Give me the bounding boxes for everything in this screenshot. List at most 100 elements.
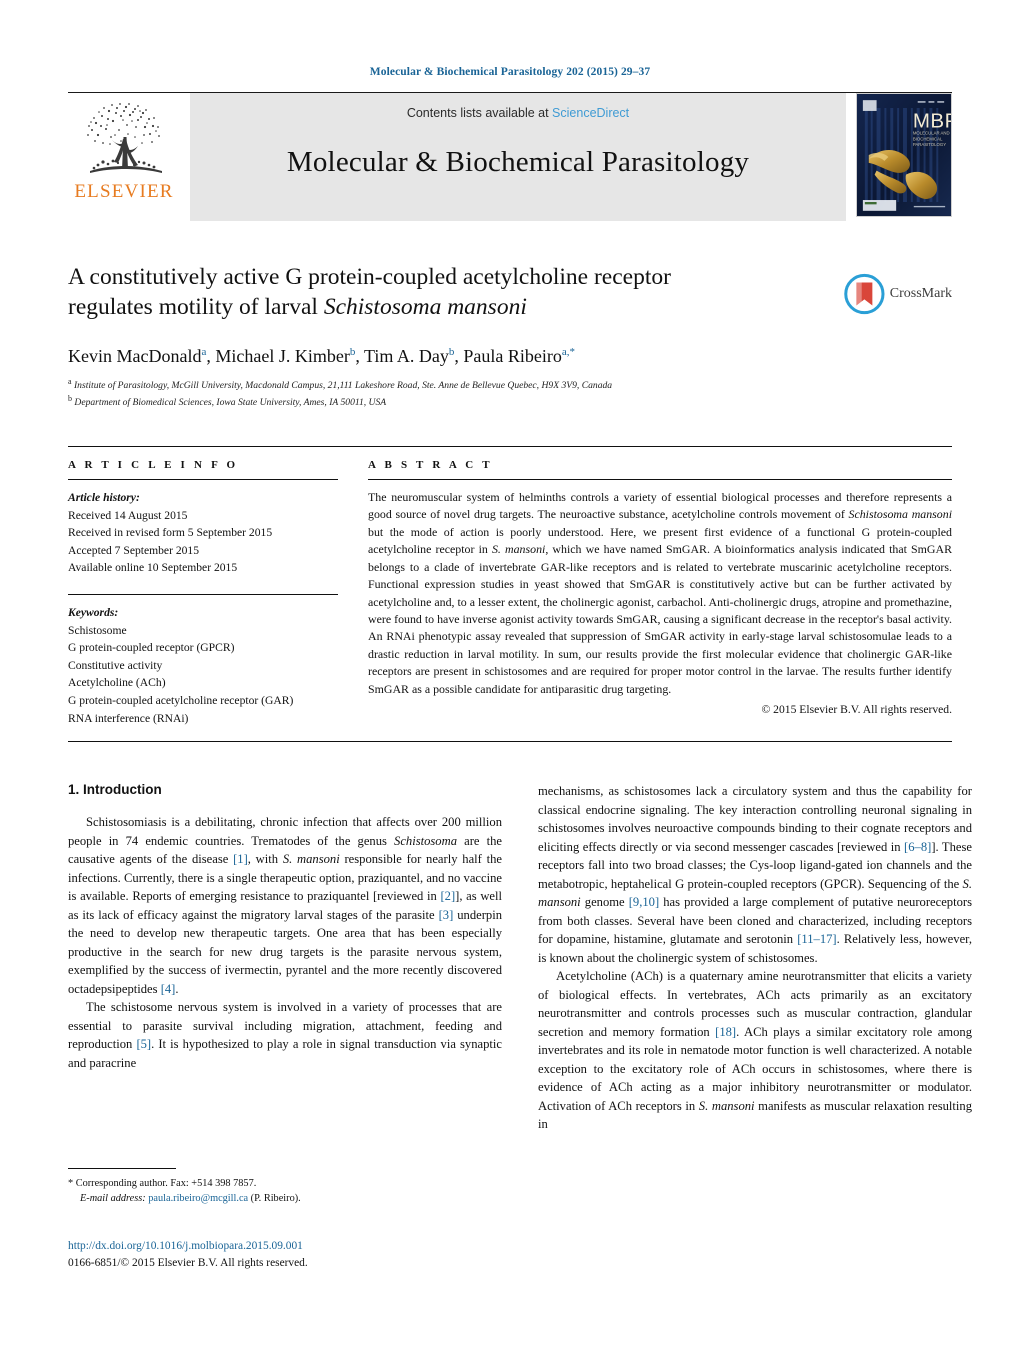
abstract-rule: [368, 478, 952, 480]
citation-link[interactable]: [6–8]: [904, 840, 931, 854]
para-italic: S. mansoni: [282, 852, 340, 867]
para-italic: S. mansoni: [698, 1098, 755, 1113]
journal-cover-image: MBP MOLECULAR AND BIOCHEMICAL PARASITOLO…: [857, 94, 951, 216]
citation-link[interactable]: [5]: [136, 1037, 151, 1051]
intro-left-text: Schistosomiasis is a debilitating, chron…: [68, 813, 502, 1072]
journal-cover-thumbnail: MBP MOLECULAR AND BIOCHEMICAL PARASITOLO…: [856, 93, 952, 217]
author-list: Kevin MacDonalda, Michael J. Kimberb, Ti…: [68, 346, 575, 366]
svg-text:BIOCHEMICAL: BIOCHEMICAL: [913, 136, 943, 141]
author-4-affiliation-marker: a,*: [561, 346, 575, 358]
paragraph: mechanisms, as schistosomes lack a circu…: [538, 782, 972, 967]
doi-link[interactable]: http://dx.doi.org/10.1016/j.molbiopara.2…: [68, 1238, 528, 1255]
journal-masthead: ELSEVIER Contents lists available at Sci…: [68, 93, 952, 221]
history-item: Accepted 7 September 2015: [68, 543, 200, 557]
keyword-item: G protein-coupled receptor (GPCR): [68, 641, 235, 655]
running-head: Molecular & Biochemical Parasitology 202…: [369, 66, 651, 78]
email-label: E-mail address:: [80, 1193, 146, 1205]
sciencedirect-link[interactable]: ScienceDirect: [552, 106, 629, 120]
crossmark-icon: [844, 273, 885, 315]
affiliation-a-text: Institute of Parasitology, McGill Univer…: [73, 380, 613, 392]
keyword-item: Schistosome: [68, 623, 127, 637]
intro-right-text: mechanisms, as schistosomes lack a circu…: [538, 782, 972, 1134]
body-columns: 1. Introduction Schistosomiasis is a deb…: [68, 782, 972, 1134]
keywords-group: Keywords: Schistosome G protein-coupled …: [68, 604, 338, 727]
abstract-species-2: S. mansoni: [491, 542, 546, 557]
doi-block: http://dx.doi.org/10.1016/j.molbiopara.2…: [68, 1238, 528, 1272]
author-2: Michael J. Kimberb: [215, 346, 355, 366]
abstract-part3: , which we have named SmGAR. A bioinform…: [368, 542, 953, 696]
info-abstract-row: A R T I C L E I N F O Article history: R…: [68, 445, 952, 727]
citation-link[interactable]: [11–17]: [797, 932, 836, 946]
affiliation-list: a Institute of Parasitology, McGill Univ…: [68, 376, 952, 410]
article-title-species: Schistosoma mansoni: [323, 293, 527, 320]
page-title: A constitutively active G protein-couple…: [68, 263, 848, 322]
abstract-species-1: Schistosoma mansoni: [848, 507, 952, 522]
crossmark-label: CrossMark: [889, 286, 952, 301]
para-seg: , with: [247, 852, 283, 867]
abstract-body: The neuromuscular system of helminths co…: [368, 489, 952, 698]
author-2-name: Michael J. Kimber: [215, 346, 350, 366]
title-block: A constitutively active G protein-couple…: [68, 263, 952, 325]
article-info-rule: [68, 478, 338, 480]
keyword-item: G protein-coupled acetylcholine receptor…: [68, 694, 294, 708]
citation-link[interactable]: [4]: [161, 982, 176, 996]
paragraph: Schistosomiasis is a debilitating, chron…: [68, 813, 502, 998]
article-title-line1: A constitutively active G protein-couple…: [68, 264, 671, 290]
article-info-heading: A R T I C L E I N F O: [68, 458, 239, 471]
body-column-right: mechanisms, as schistosomes lack a circu…: [538, 782, 972, 1134]
author-1-affiliation-marker: a: [201, 346, 207, 358]
elsevier-wordmark: ELSEVIER: [74, 181, 174, 202]
elsevier-logo: ELSEVIER: [68, 93, 180, 221]
keyword-item: RNA interference (RNAi): [68, 711, 189, 725]
article-history-label: Article history:: [68, 490, 140, 504]
footnote-email: E-mail address: paula.ribeiro@mcgill.ca …: [68, 1191, 502, 1206]
citation-link[interactable]: [3]: [439, 908, 454, 922]
email-link[interactable]: paula.ribeiro@mcgill.ca: [148, 1193, 248, 1204]
corresponding-author-footnote: * Corresponding author. Fax: +514 398 78…: [68, 1168, 502, 1207]
contents-prefix: Contents lists available at: [406, 106, 553, 120]
keyword-item: Constitutive activity: [68, 658, 163, 672]
elsevier-tree-icon: [87, 103, 162, 173]
keywords-label: Keywords:: [68, 606, 119, 620]
corresponding-marker: *: [68, 1178, 74, 1189]
author-2-affiliation-marker: b: [349, 346, 356, 358]
affiliation-b: b Department of Biomedical Sciences, Iow…: [68, 393, 952, 410]
abstract-bottom-rule: [68, 741, 952, 743]
body-column-left: 1. Introduction Schistosomiasis is a deb…: [68, 782, 502, 1134]
affiliation-b-text: Department of Biomedical Sciences, Iowa …: [74, 397, 387, 409]
article-info-column: A R T I C L E I N F O Article history: R…: [68, 447, 354, 727]
article-history-group: Article history: Received 14 August 2015…: [68, 489, 338, 577]
paragraph: Acetylcholine (ACh) is a quaternary amin…: [538, 967, 972, 1134]
footnote-corresponding: * Corresponding author. Fax: +514 398 78…: [68, 1176, 502, 1191]
journal-band: Contents lists available at ScienceDirec…: [190, 93, 846, 221]
author-3-name: Tim A. Day: [364, 346, 449, 366]
author-4: Paula Ribeiroa,*: [463, 346, 575, 366]
citation-link[interactable]: [2]: [440, 889, 455, 903]
contents-available-line: Contents lists available at ScienceDirec…: [407, 106, 629, 120]
author-4-name: Paula Ribeiro: [463, 346, 562, 366]
svg-text:PARASITOLOGY: PARASITOLOGY: [913, 142, 946, 147]
para-seg: genome: [580, 895, 629, 910]
para-seg: .: [175, 981, 179, 996]
history-item: Received in revised form 5 September 201…: [68, 526, 273, 540]
abstract-copyright: © 2015 Elsevier B.V. All rights reserved…: [761, 703, 952, 717]
citation-link[interactable]: [1]: [233, 852, 248, 866]
citation-link[interactable]: [18]: [715, 1025, 736, 1039]
crossmark-badge-group[interactable]: CrossMark: [844, 265, 952, 323]
issn-copyright-line: 0166-6851/© 2015 Elsevier B.V. All right…: [68, 1257, 308, 1270]
footnote-rule: [68, 1168, 176, 1169]
abstract-heading: A B S T R A C T: [368, 458, 493, 471]
svg-text:MBP: MBP: [913, 110, 951, 133]
keyword-item: Acetylcholine (ACh): [68, 676, 166, 690]
author-3-affiliation-marker: b: [448, 346, 455, 358]
abstract-column: A B S T R A C T The neuromuscular system…: [354, 447, 952, 727]
history-item: Received 14 August 2015: [68, 508, 188, 522]
history-item: Available online 10 September 2015: [68, 561, 238, 575]
affiliation-a-marker: a: [68, 377, 72, 387]
keywords-rule: [68, 594, 338, 596]
affiliation-b-marker: b: [68, 394, 72, 404]
author-3: Tim A. Dayb: [364, 346, 454, 366]
journal-title: Molecular & Biochemical Parasitology: [286, 146, 750, 178]
citation-link[interactable]: [9,10]: [629, 895, 659, 909]
corresponding-text: Corresponding author. Fax: +514 398 7857…: [75, 1178, 257, 1189]
